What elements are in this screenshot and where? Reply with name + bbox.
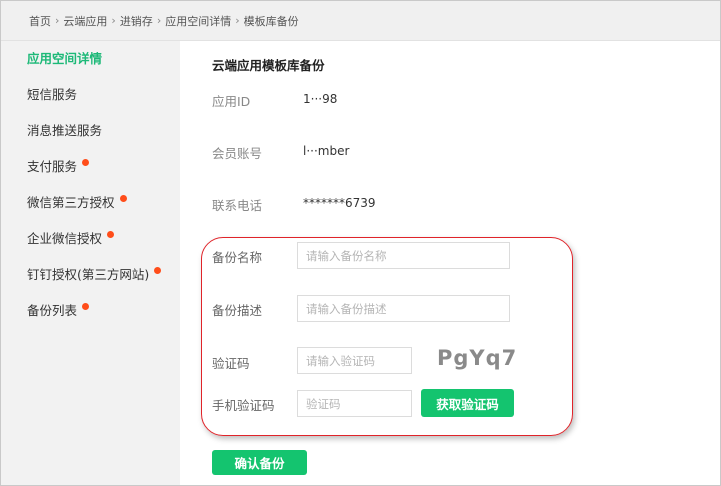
phone-label: 联系电话: [212, 198, 263, 213]
sidebar-item-label: 支付服务: [27, 159, 78, 174]
page-title: 云端应用模板库备份: [212, 58, 325, 73]
member-account-value: l···mber: [303, 144, 350, 158]
captcha-label: 验证码: [212, 356, 250, 371]
confirm-backup-button[interactable]: 确认备份: [212, 450, 307, 475]
backup-desc-label: 备份描述: [212, 303, 263, 318]
sidebar-item-app-space[interactable]: 应用空间详情: [27, 48, 102, 67]
sidebar-item-push[interactable]: 消息推送服务: [27, 120, 102, 139]
notification-dot-icon: [82, 159, 90, 166]
notification-dot-icon: [154, 267, 162, 274]
sidebar-item-dingtalk-auth[interactable]: 钉钉授权(第三方网站): [27, 264, 162, 283]
breadcrumb-app-space[interactable]: 应用空间详情: [165, 13, 231, 29]
sidebar-item-backup-list[interactable]: 备份列表: [27, 300, 90, 319]
sms-code-label: 手机验证码: [212, 398, 275, 413]
sidebar-item-label: 应用空间详情: [27, 51, 103, 66]
breadcrumb-inventory[interactable]: 进销存: [120, 13, 153, 29]
breadcrumb-separator: ›: [235, 14, 240, 27]
notification-dot-icon: [119, 195, 127, 202]
breadcrumb-cloud-apps[interactable]: 云端应用: [63, 13, 107, 29]
sidebar-item-label: 钉钉授权(第三方网站): [27, 267, 150, 282]
breadcrumb-separator: ›: [55, 14, 60, 27]
captcha-image[interactable]: PgYq7: [437, 346, 517, 370]
sidebar-item-sms[interactable]: 短信服务: [27, 84, 77, 103]
breadcrumb-home[interactable]: 首页: [29, 13, 51, 29]
backup-desc-input[interactable]: [297, 295, 510, 322]
sidebar-item-payment[interactable]: 支付服务: [27, 156, 90, 175]
sidebar-item-label: 备份列表: [27, 303, 78, 318]
app-id-value: 1···98: [303, 92, 338, 106]
breadcrumb-separator: ›: [156, 14, 162, 27]
breadcrumb: 首页 › 云端应用 › 进销存 › 应用空间详情 › 模板库备份: [1, 1, 720, 41]
notification-dot-icon: [107, 231, 115, 238]
phone-value: *******6739: [303, 196, 376, 210]
sidebar-item-label: 企业微信授权: [27, 231, 103, 246]
app-id-label: 应用ID: [212, 94, 251, 109]
breadcrumb-separator: ›: [111, 14, 116, 27]
sidebar-item-label: 消息推送服务: [27, 123, 103, 138]
backup-name-input[interactable]: [297, 242, 510, 269]
sms-code-input[interactable]: [297, 390, 412, 417]
sidebar-item-label: 微信第三方授权: [27, 195, 115, 210]
member-account-label: 会员账号: [212, 146, 263, 161]
backup-name-label: 备份名称: [212, 250, 263, 265]
get-sms-code-button[interactable]: 获取验证码: [421, 389, 514, 417]
sidebar-item-wecom-auth[interactable]: 企业微信授权: [27, 228, 115, 247]
sidebar-item-label: 短信服务: [27, 87, 78, 102]
notification-dot-icon: [82, 303, 90, 310]
captcha-input[interactable]: [297, 347, 412, 374]
breadcrumb-current: 模板库备份: [243, 14, 299, 28]
sidebar-item-wechat-auth[interactable]: 微信第三方授权: [27, 192, 127, 211]
sidebar: [1, 41, 180, 485]
